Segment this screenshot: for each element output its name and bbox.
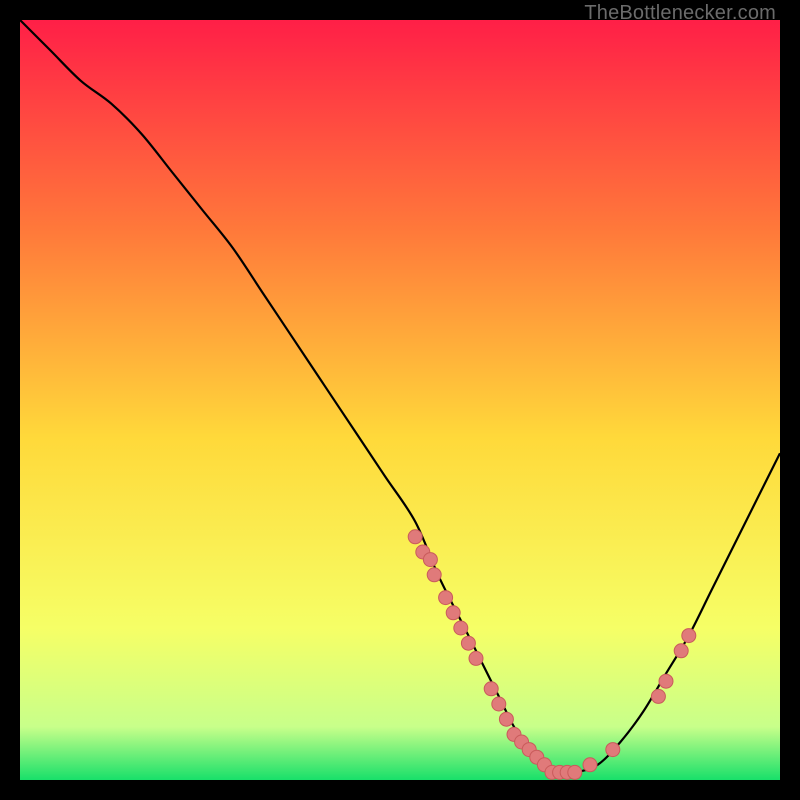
curve-marker	[606, 743, 620, 757]
chart-frame	[20, 20, 780, 780]
curve-marker	[469, 651, 483, 665]
curve-marker	[427, 568, 441, 582]
curve-marker	[492, 697, 506, 711]
curve-marker	[484, 682, 498, 696]
bottleneck-chart	[20, 20, 780, 780]
curve-marker	[499, 712, 513, 726]
curve-marker	[674, 644, 688, 658]
curve-marker	[682, 629, 696, 643]
curve-marker	[454, 621, 468, 635]
curve-marker	[439, 591, 453, 605]
gradient-background	[20, 20, 780, 780]
curve-marker	[446, 606, 460, 620]
curve-marker	[423, 553, 437, 567]
curve-marker	[408, 530, 422, 544]
curve-marker	[461, 636, 475, 650]
curve-marker	[568, 765, 582, 779]
curve-marker	[651, 689, 665, 703]
curve-marker	[583, 758, 597, 772]
curve-marker	[659, 674, 673, 688]
